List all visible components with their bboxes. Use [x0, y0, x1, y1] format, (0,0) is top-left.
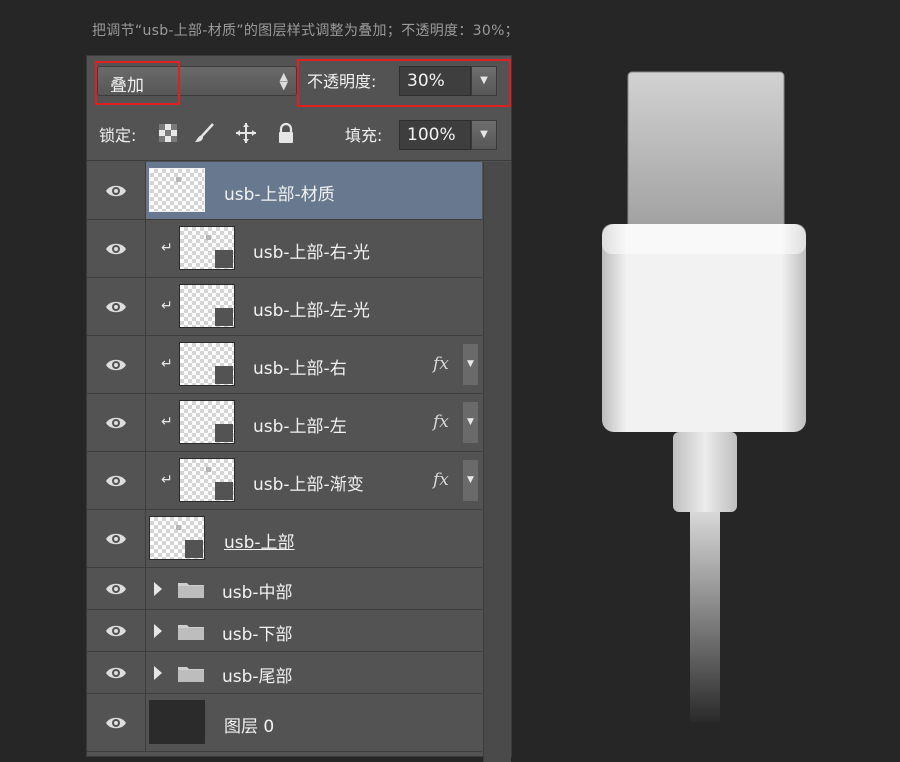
- fx-icon[interactable]: fx: [433, 354, 449, 374]
- layer-thumbnail: [179, 284, 235, 328]
- anchor-icon: [185, 540, 203, 558]
- eye-icon: [106, 301, 126, 312]
- fx-icon[interactable]: fx: [433, 412, 449, 432]
- visibility-toggle[interactable]: [87, 652, 146, 693]
- layer-thumbnail: [179, 342, 235, 386]
- clip-arrow-icon: ↵: [161, 297, 173, 314]
- layer-name: usb-上部-右-光: [253, 242, 370, 263]
- lock-icon[interactable]: [275, 122, 297, 144]
- effects-expand-button[interactable]: ▼: [463, 460, 478, 501]
- visibility-toggle[interactable]: [87, 278, 146, 335]
- eye-icon: [106, 717, 126, 728]
- scrollbar[interactable]: [483, 162, 511, 762]
- layer-name: usb-上部-右: [253, 358, 347, 379]
- layer-row[interactable]: ↵ usb-上部-渐变 fx ▼: [87, 452, 482, 510]
- expand-arrow-icon[interactable]: [153, 665, 163, 681]
- layer-thumbnail: [149, 700, 205, 744]
- layer-thumbnail: [149, 516, 205, 560]
- layer-thumbnail: [149, 168, 205, 212]
- eye-icon: [106, 185, 126, 196]
- eye-icon: [106, 667, 126, 678]
- folder-icon: [178, 666, 204, 682]
- layer-group-row[interactable]: usb-中部: [87, 568, 482, 610]
- visibility-toggle[interactable]: [87, 694, 146, 751]
- select-arrows-icon: ▲ ▼: [279, 70, 288, 92]
- fill-value: 100%: [407, 125, 456, 145]
- layer-row[interactable]: 图层 0: [87, 694, 482, 752]
- highlight-box-blend: [95, 61, 180, 105]
- brush-icon[interactable]: [193, 122, 215, 144]
- layer-row[interactable]: ↵ usb-上部-右-光: [87, 220, 482, 278]
- eye-icon: [106, 359, 126, 370]
- folder-icon: [178, 624, 204, 640]
- layer-row[interactable]: ↵ usb-上部-左-光: [87, 278, 482, 336]
- move-icon[interactable]: [235, 122, 257, 144]
- visibility-toggle[interactable]: [87, 610, 146, 651]
- lock-transparent-icon[interactable]: [157, 122, 179, 144]
- layer-row[interactable]: usb-上部-材质: [87, 162, 482, 220]
- usb-illustration: [602, 71, 806, 722]
- layer-row[interactable]: ↵ usb-上部-右 fx ▼: [87, 336, 482, 394]
- lock-label: 锁定:: [99, 126, 137, 145]
- clip-arrow-icon: ↵: [161, 239, 173, 256]
- fill-label: 填充:: [345, 126, 383, 145]
- anchor-icon: [215, 250, 233, 268]
- anchor-icon: [215, 366, 233, 384]
- layer-thumbnail: [179, 226, 235, 270]
- anchor-icon: [215, 308, 233, 326]
- eye-icon: [106, 417, 126, 428]
- effects-expand-button[interactable]: ▼: [463, 402, 478, 443]
- visibility-toggle[interactable]: [87, 394, 146, 451]
- layer-name: 图层 0: [224, 716, 275, 737]
- visibility-toggle[interactable]: [87, 568, 146, 609]
- anchor-icon: [215, 482, 233, 500]
- layers-panel: 叠加 ▲ ▼ 不透明度: 30% ▼ 锁定: 填充: 100% ▼ usb-上部…: [86, 55, 512, 762]
- eye-icon: [106, 475, 126, 486]
- visibility-toggle[interactable]: [87, 220, 146, 277]
- eye-icon: [106, 583, 126, 594]
- layer-row[interactable]: usb-上部: [87, 510, 482, 568]
- fill-dropdown-button[interactable]: ▼: [471, 120, 497, 150]
- instruction-text: 把调节“usb-上部-材质”的图层样式调整为叠加；不透明度：30%；: [92, 23, 519, 39]
- layers-list: usb-上部-材质 ↵ usb-上部-右-光 ↵ usb-上部-左-光 ↵ us…: [87, 162, 482, 752]
- layer-group-row[interactable]: usb-下部: [87, 610, 482, 652]
- clip-arrow-icon: ↵: [161, 413, 173, 430]
- fx-icon[interactable]: fx: [433, 470, 449, 490]
- layer-thumbnail: [179, 458, 235, 502]
- eye-icon: [106, 625, 126, 636]
- group-name: usb-下部: [222, 624, 293, 645]
- fill-input[interactable]: 100%: [399, 120, 471, 150]
- lock-fill-row: 锁定: 填充: 100% ▼: [87, 108, 511, 161]
- eye-icon: [106, 533, 126, 544]
- layer-name: usb-上部-渐变: [253, 474, 364, 495]
- layer-group-row[interactable]: usb-尾部: [87, 652, 482, 694]
- expand-arrow-icon[interactable]: [153, 623, 163, 639]
- layer-name: usb-上部-左-光: [253, 300, 370, 321]
- group-name: usb-中部: [222, 582, 293, 603]
- folder-icon: [178, 582, 204, 598]
- highlight-box-opacity: [297, 59, 511, 107]
- clip-arrow-icon: ↵: [161, 355, 173, 372]
- layer-name: usb-上部: [224, 532, 295, 553]
- visibility-toggle[interactable]: [87, 452, 146, 509]
- layer-name: usb-上部-材质: [224, 184, 335, 205]
- effects-expand-button[interactable]: ▼: [463, 344, 478, 385]
- clip-arrow-icon: ↵: [161, 471, 173, 488]
- eye-icon: [106, 243, 126, 254]
- anchor-icon: [215, 424, 233, 442]
- blend-opacity-row: 叠加 ▲ ▼ 不透明度: 30% ▼: [87, 56, 511, 108]
- visibility-toggle[interactable]: [87, 336, 146, 393]
- visibility-toggle[interactable]: [87, 510, 146, 567]
- layer-row[interactable]: ↵ usb-上部-左 fx ▼: [87, 394, 482, 452]
- group-name: usb-尾部: [222, 666, 293, 687]
- visibility-toggle[interactable]: [87, 162, 146, 219]
- expand-arrow-icon[interactable]: [153, 581, 163, 597]
- layer-thumbnail: [179, 400, 235, 444]
- layer-name: usb-上部-左: [253, 416, 347, 437]
